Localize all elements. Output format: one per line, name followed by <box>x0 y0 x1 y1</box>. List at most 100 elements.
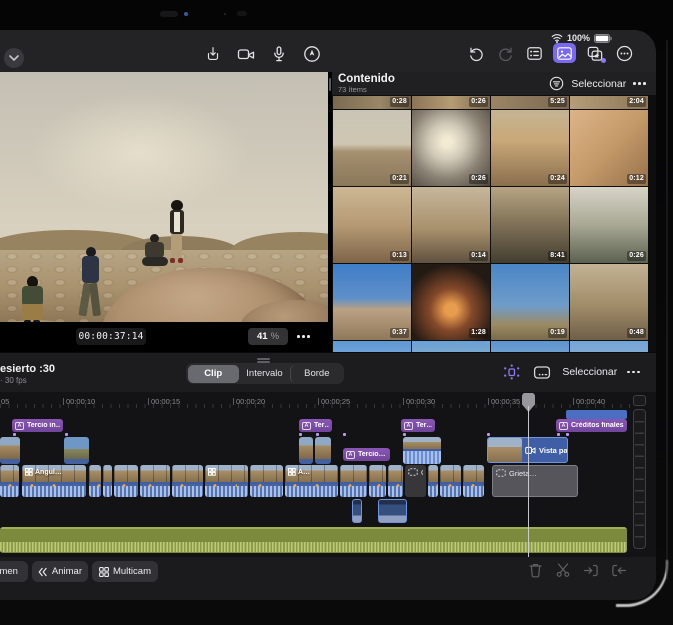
timeline-scrollbar[interactable] <box>633 409 646 549</box>
browser-more-button[interactable] <box>633 82 646 85</box>
title-clip[interactable]: A Tercio… <box>343 448 390 461</box>
clip-duration: 0:24 <box>548 174 567 184</box>
media-thumbnail[interactable]: 0:28 <box>333 96 411 109</box>
media-thumbnail[interactable]: 0:26 <box>412 110 490 186</box>
volume-button[interactable]: lumen <box>0 561 28 582</box>
connected-clip-below[interactable] <box>352 499 362 523</box>
media-thumbnail[interactable]: 0:37 <box>333 264 411 340</box>
media-thumbnail[interactable]: 0:19 <box>491 264 569 340</box>
storyline-clip[interactable] <box>463 465 484 497</box>
connected-clip[interactable] <box>315 437 331 464</box>
insert-left-button[interactable] <box>583 562 599 578</box>
media-browser-button[interactable] <box>553 43 576 63</box>
viewer-image[interactable] <box>0 72 328 322</box>
media-thumbnail[interactable]: 0:48 <box>570 264 648 340</box>
storyline-clip[interactable] <box>369 465 386 497</box>
clip-connections-button[interactable] <box>501 363 522 381</box>
clip-thumbnail <box>403 437 441 449</box>
import-button[interactable] <box>203 44 223 64</box>
camera-dot3 <box>237 11 247 16</box>
tab-borde[interactable]: Borde <box>290 364 342 383</box>
media-thumbnail[interactable]: 0:13 <box>333 187 411 263</box>
title-clip[interactable]: A Tercio in… <box>12 419 63 432</box>
media-thumbnail[interactable]: 0:26 <box>570 187 648 263</box>
media-thumbnail[interactable]: 0:21 <box>333 110 411 186</box>
redo-button[interactable] <box>495 43 515 63</box>
storyline-clip[interactable] <box>114 465 138 497</box>
connected-clip[interactable] <box>403 437 441 464</box>
main-area: 00:00:37:14 41 % Contenido 73 ítems Sele… <box>0 72 656 354</box>
storyline-clip[interactable] <box>172 465 203 497</box>
storyline-clip[interactable] <box>0 465 19 497</box>
photo-icon <box>557 46 572 60</box>
media-thumbnail[interactable]: 0:24 <box>491 110 569 186</box>
ruler-label: 05 <box>0 397 9 406</box>
title-clip[interactable]: ATer… <box>299 419 332 432</box>
zoom-level-badge[interactable]: 41 % <box>248 328 288 345</box>
storyline-clip[interactable] <box>428 465 438 497</box>
storyline-clip[interactable]: Á… <box>285 465 338 497</box>
storyline-clip[interactable] <box>440 465 461 497</box>
record-icon <box>304 46 320 62</box>
title-clip[interactable]: A Créditos finales <box>556 419 627 432</box>
storyline-clip[interactable] <box>388 465 403 497</box>
filter-button[interactable] <box>549 76 564 91</box>
timeline-ruler[interactable]: 05 00:00:10 00:00:15 00:00:20 00:00:25 00:00:… <box>0 392 630 408</box>
blade-button[interactable] <box>555 562 571 578</box>
timeline-more-button[interactable] <box>627 370 640 374</box>
multicam-button[interactable]: Multicam <box>92 561 158 582</box>
record-audio-button[interactable] <box>269 44 289 64</box>
timeline-overview-button[interactable] <box>532 364 552 381</box>
tab-intervalo[interactable]: Intervalo <box>239 365 290 383</box>
browser-select-button[interactable]: Seleccionar <box>571 78 626 90</box>
storyline-clip[interactable] <box>103 465 112 497</box>
connected-clip-below[interactable] <box>378 499 407 523</box>
media-thumbnail[interactable]: 5:25 <box>491 96 569 109</box>
undo-icon <box>469 47 483 61</box>
media-thumbnail[interactable]: 8:41 <box>491 187 569 263</box>
filter-icon <box>550 76 564 91</box>
animate-button[interactable]: Animar <box>32 561 88 582</box>
title-clip[interactable]: ATer… <box>401 419 435 432</box>
close-project-button[interactable] <box>4 48 24 68</box>
delete-button[interactable] <box>528 562 543 578</box>
storyline-clip[interactable] <box>250 465 283 497</box>
timeline-select-button[interactable]: Seleccionar <box>562 366 617 378</box>
clip-label-row <box>208 468 216 476</box>
media-thumbnail[interactable]: 2:04 <box>570 96 648 109</box>
effects-button[interactable] <box>585 43 606 63</box>
media-thumbnail[interactable]: 0:12 <box>570 110 648 186</box>
live-drawing-button[interactable] <box>302 44 322 64</box>
undo-button[interactable] <box>466 43 486 63</box>
clip-waveform <box>0 484 19 497</box>
tab-clip[interactable]: Clip <box>187 364 239 383</box>
media-thumbnail[interactable]: 0:26 <box>412 96 490 109</box>
connected-clip-bar[interactable] <box>566 410 627 419</box>
storyline-clip[interactable] <box>205 465 248 497</box>
clip-thumbnail-strip <box>114 465 138 482</box>
more-button[interactable] <box>614 43 634 63</box>
viewer-controls: 00:00:37:14 41 % <box>0 322 328 352</box>
storyline-clip[interactable]: Ángul… <box>22 465 86 497</box>
viewer-more-button[interactable] <box>297 328 310 345</box>
playhead[interactable] <box>522 392 535 557</box>
storyline-clip[interactable] <box>89 465 101 497</box>
media-grid: 0:28 0:26 5:25 2:04 0:21 0:26 0:24 0:12 0:13 0:14… <box>333 96 651 354</box>
timeline[interactable]: 05 00:00:10 00:00:15 00:00:20 00:00:25 00:00:… <box>0 392 656 557</box>
storyline-placeholder-clip[interactable]: G… <box>405 465 426 497</box>
connected-clip[interactable] <box>0 437 20 464</box>
storyline-clip-selected[interactable]: Grieta… <box>492 465 578 497</box>
timecode-display[interactable]: 00:00:37:14 <box>76 328 146 345</box>
media-thumbnail[interactable]: 0:14 <box>412 187 490 263</box>
connected-clip[interactable] <box>64 437 89 464</box>
ruler-label: 00:00:35 <box>488 397 520 405</box>
clip-thumbnail-strip <box>89 465 101 482</box>
trash-icon <box>529 564 542 578</box>
inspector-button[interactable] <box>524 43 544 63</box>
record-video-button[interactable] <box>236 44 256 64</box>
track-height-button[interactable] <box>633 395 646 406</box>
storyline-clip[interactable] <box>340 465 367 497</box>
media-thumbnail[interactable]: 1:28 <box>412 264 490 340</box>
storyline-clip[interactable] <box>140 465 170 497</box>
connected-clip[interactable] <box>299 437 313 464</box>
